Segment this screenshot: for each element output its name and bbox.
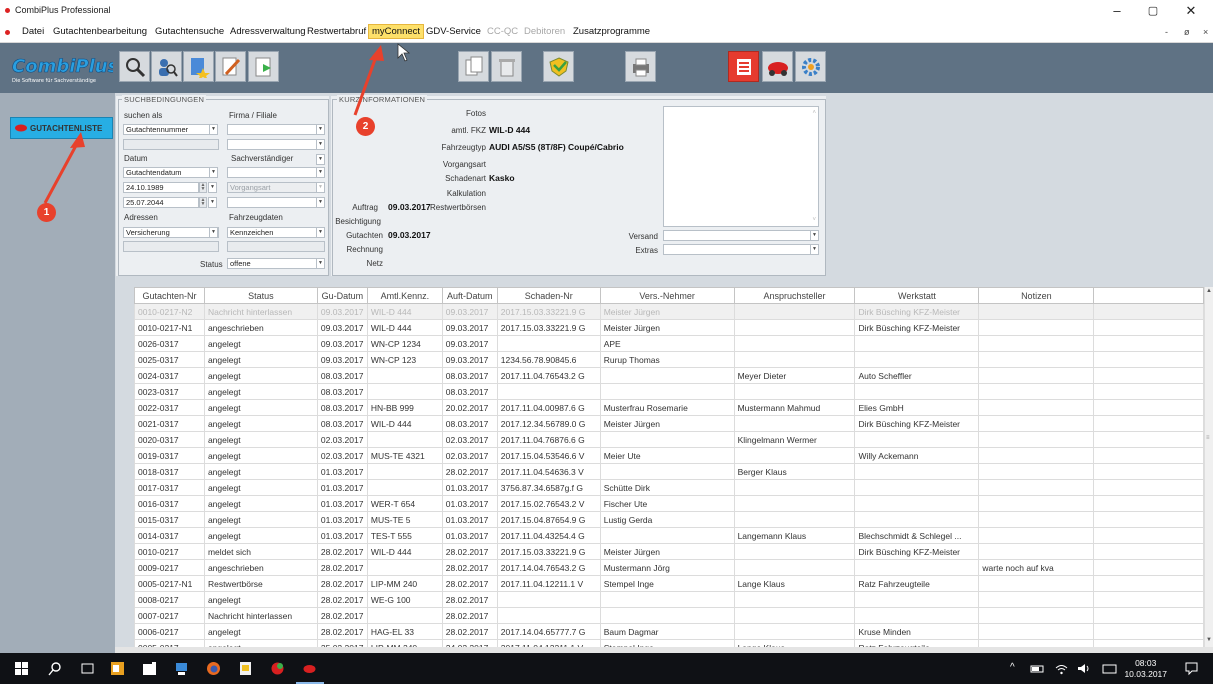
keyboard-icon[interactable] [1102, 661, 1117, 676]
annotation-overlay [43, 43, 411, 204]
volume-icon[interactable] [1076, 661, 1091, 676]
arrow-1-head [70, 132, 85, 148]
search-icon[interactable] [48, 661, 63, 676]
tray-battery-icon[interactable] [1030, 661, 1045, 676]
file-explorer-icon[interactable] [142, 661, 157, 676]
callout-2: 2 [356, 117, 375, 136]
network-icon[interactable] [174, 661, 189, 676]
wifi-icon[interactable] [1054, 661, 1069, 676]
clock[interactable]: 08:03 10.03.2017 [1124, 658, 1167, 680]
clock-time: 08:03 [1135, 658, 1157, 668]
clock-date: 10.03.2017 [1124, 669, 1167, 679]
arrow-2-head [369, 45, 384, 61]
windows-start-icon[interactable] [14, 661, 29, 676]
combiplus-tool-icon[interactable] [270, 661, 285, 676]
document-app-icon[interactable] [238, 661, 253, 676]
callout-1: 1 [37, 203, 56, 222]
taskbar: ^ 08:03 10.03.2017 [0, 653, 1213, 684]
mouse-cursor-icon [397, 43, 411, 62]
firefox-icon[interactable] [206, 661, 221, 676]
tray-chevron-icon[interactable]: ^ [1010, 662, 1015, 673]
outlook-icon[interactable] [110, 661, 125, 676]
notifications-icon[interactable] [1184, 661, 1199, 676]
task-view-icon[interactable] [80, 661, 95, 676]
combiplus-app-icon[interactable] [302, 661, 317, 676]
